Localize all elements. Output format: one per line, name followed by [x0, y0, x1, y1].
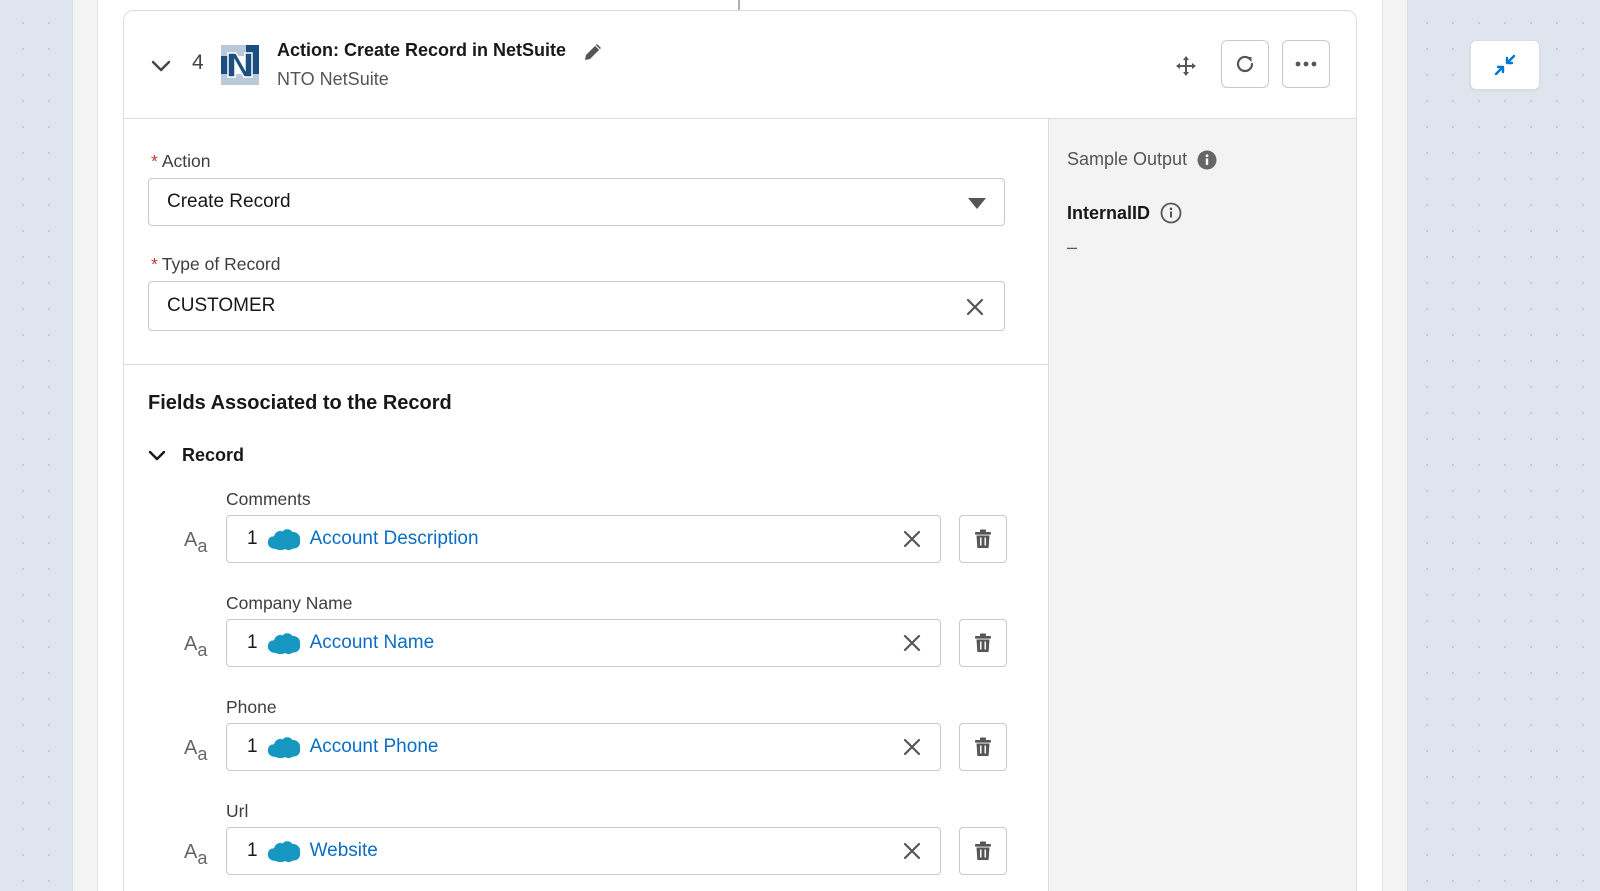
source-field-pill[interactable]: Account Phone: [310, 736, 439, 758]
salesforce-cloud-icon: [267, 737, 300, 759]
text-type-icon: Aa: [184, 841, 208, 868]
source-field-pill[interactable]: Account Name: [310, 632, 435, 654]
chevron-down-icon: [148, 450, 166, 460]
salesforce-cloud-icon: [267, 633, 300, 655]
netsuite-logo-icon: [221, 45, 259, 85]
trash-icon: [975, 529, 991, 548]
sample-output-panel: Sample Output InternalID –: [1048, 119, 1356, 891]
trash-icon: [975, 737, 991, 756]
section-divider: [124, 364, 1048, 365]
record-type-label: * Type of Record: [151, 254, 281, 274]
close-icon[interactable]: [966, 298, 984, 316]
field-mapping-row: Aa Url 1 Website: [124, 801, 1048, 891]
step-number: 4: [192, 51, 204, 74]
record-type-combobox[interactable]: CUSTOMER: [148, 281, 1005, 331]
action-combobox[interactable]: Create Record: [148, 178, 1005, 226]
action-value: Create Record: [167, 191, 291, 212]
refresh-icon: [1236, 55, 1254, 73]
close-icon[interactable]: [902, 737, 922, 757]
trash-icon: [975, 633, 991, 652]
close-icon[interactable]: [902, 841, 922, 861]
info-icon[interactable]: [1197, 150, 1217, 170]
step-card-header: 4 Action: Create Record in NetSuite NTO …: [124, 11, 1356, 119]
collapse-button[interactable]: [1470, 40, 1540, 90]
move-icon[interactable]: [1174, 54, 1198, 78]
field-mapping-label: Comments: [226, 489, 311, 509]
field-mapping-input[interactable]: 1 Account Name: [226, 619, 941, 667]
salesforce-cloud-icon: [267, 841, 300, 863]
step-card: 4 Action: Create Record in NetSuite NTO …: [123, 10, 1357, 891]
record-group-label: Record: [182, 445, 245, 465]
delete-mapping-button[interactable]: [959, 515, 1007, 563]
required-marker: *: [151, 151, 158, 171]
delete-mapping-button[interactable]: [959, 827, 1007, 875]
fields-section-title: Fields Associated to the Record: [148, 392, 452, 414]
sample-output-value: –: [1067, 237, 1078, 257]
field-mapping-label: Company Name: [226, 593, 353, 613]
sample-output-field: InternalID: [1067, 202, 1182, 224]
chevron-down-icon[interactable]: [150, 55, 172, 77]
source-step-number: 1: [247, 528, 258, 549]
action-label: * Action: [151, 151, 211, 171]
field-mapping-row: Aa Company Name 1 Account Name: [124, 593, 1048, 693]
step-title: Action: Create Record in NetSuite: [277, 40, 567, 60]
sample-output-title: Sample Output: [1067, 149, 1217, 170]
source-field-pill[interactable]: Account Description: [310, 528, 479, 550]
field-mapping-row: Aa Phone 1 Account Phone: [124, 697, 1048, 797]
source-step-number: 1: [247, 736, 258, 757]
required-marker: *: [151, 254, 158, 274]
field-mapping-input[interactable]: 1 Account Description: [226, 515, 941, 563]
salesforce-cloud-icon: [267, 529, 300, 551]
source-step-number: 1: [247, 840, 258, 861]
delete-mapping-button[interactable]: [959, 723, 1007, 771]
contract-icon: [1494, 54, 1516, 76]
info-icon[interactable]: [1160, 202, 1182, 224]
field-mapping-label: Phone: [226, 697, 277, 717]
trash-icon: [975, 841, 991, 860]
text-type-icon: Aa: [184, 633, 208, 660]
text-type-icon: Aa: [184, 737, 208, 764]
refresh-button[interactable]: [1221, 40, 1269, 88]
source-step-number: 1: [247, 632, 258, 653]
field-mapping-label: Url: [226, 801, 249, 821]
field-mapping-input[interactable]: 1 Account Phone: [226, 723, 941, 771]
caret-down-icon: [968, 198, 986, 209]
text-type-icon: Aa: [184, 529, 208, 556]
field-mapping-input[interactable]: 1 Website: [226, 827, 941, 875]
close-icon[interactable]: [902, 529, 922, 549]
connection-name: NTO NetSuite: [277, 69, 389, 89]
pencil-icon[interactable]: [582, 41, 604, 63]
field-mapping-row: Aa Comments 1 Account Description: [124, 489, 1048, 589]
source-field-pill[interactable]: Website: [310, 840, 378, 862]
flow-connector-line: [738, 0, 740, 10]
record-type-value: CUSTOMER: [167, 295, 276, 316]
record-group-toggle[interactable]: Record: [148, 445, 244, 466]
close-icon[interactable]: [902, 633, 922, 653]
ellipsis-icon: [1295, 61, 1317, 67]
delete-mapping-button[interactable]: [959, 619, 1007, 667]
more-actions-button[interactable]: [1282, 40, 1330, 88]
